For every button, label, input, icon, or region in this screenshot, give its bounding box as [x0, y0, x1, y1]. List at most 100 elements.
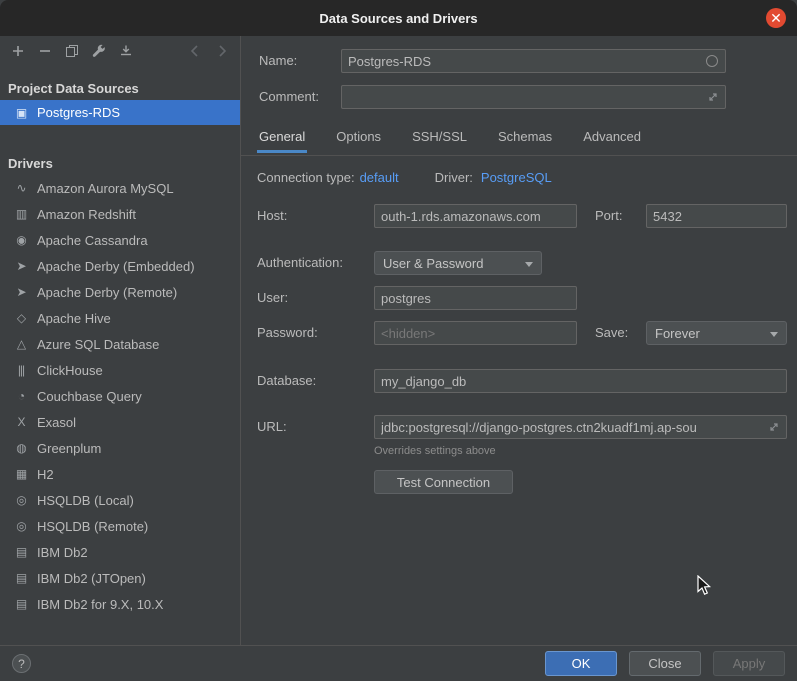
data-source-label: Postgres-RDS	[37, 105, 120, 120]
driver-list-item[interactable]: ◉ Apache Cassandra	[0, 227, 240, 253]
project-data-sources-header: Project Data Sources	[0, 76, 240, 100]
driver-label: IBM Db2 for 9.X, 10.X	[37, 597, 163, 612]
tabs-separator	[241, 155, 797, 156]
user-input[interactable]	[374, 286, 577, 310]
driver-label: Apache Hive	[37, 311, 111, 326]
import-icon[interactable]	[115, 40, 137, 62]
apply-button[interactable]: Apply	[713, 651, 785, 676]
save-dropdown[interactable]: Forever	[646, 321, 787, 345]
port-label: Port:	[595, 204, 622, 228]
ok-button[interactable]: OK	[545, 651, 617, 676]
chevron-down-icon	[770, 332, 778, 337]
form-tabs: General Options SSH/SSL Schemas Advanced	[257, 125, 643, 153]
title-bar[interactable]: Data Sources and Drivers ✕	[0, 0, 797, 36]
apache-cassandra-icon: ◉	[13, 233, 29, 247]
ibm-db2-9x-icon: ▤	[13, 597, 29, 611]
remove-icon[interactable]	[34, 40, 56, 62]
tab-ssh-ssl[interactable]: SSH/SSL	[410, 125, 469, 153]
tab-options[interactable]: Options	[334, 125, 383, 153]
name-label: Name:	[259, 49, 297, 73]
driver-list-item[interactable]: ▤ IBM Db2 (JTOpen)	[0, 565, 240, 591]
tab-schemas[interactable]: Schemas	[496, 125, 554, 153]
back-icon[interactable]	[184, 40, 206, 62]
add-icon[interactable]	[7, 40, 29, 62]
url-note: Overrides settings above	[374, 445, 496, 457]
database-label: Database:	[257, 369, 316, 393]
driver-list-item[interactable]: ▦ H2	[0, 461, 240, 487]
driver-list-item[interactable]: ◍ Greenplum	[0, 435, 240, 461]
driver-list-item[interactable]: ▤ IBM Db2 for 9.X, 10.X	[0, 591, 240, 617]
password-input[interactable]	[374, 321, 577, 345]
driver-label: HSQLDB (Local)	[37, 493, 134, 508]
driver-label: Apache Derby (Embedded)	[37, 259, 195, 274]
sidebar: Project Data Sources ▣ Postgres-RDS Driv…	[0, 36, 241, 645]
comment-input[interactable]	[341, 85, 726, 109]
amazon-aurora-mysql-icon: ∿	[13, 181, 29, 195]
driver-link[interactable]: PostgreSQL	[481, 170, 552, 185]
wrench-icon[interactable]	[88, 40, 110, 62]
data-sources-dialog: Data Sources and Drivers ✕	[0, 0, 797, 36]
sidebar-item-postgres-rds[interactable]: ▣ Postgres-RDS	[0, 100, 240, 125]
driver-list-item[interactable]: ◎ HSQLDB (Local)	[0, 487, 240, 513]
connection-type-link[interactable]: default	[360, 170, 399, 185]
driver-label: IBM Db2 (JTOpen)	[37, 571, 146, 586]
name-status-icon	[706, 55, 718, 67]
authentication-dropdown[interactable]: User & Password	[374, 251, 542, 275]
password-label: Password:	[257, 321, 318, 345]
drivers-header: Drivers	[0, 151, 240, 175]
mouse-cursor	[697, 575, 713, 600]
database-input[interactable]	[374, 369, 787, 393]
save-label: Save:	[595, 321, 628, 345]
apache-hive-icon: ◇	[13, 311, 29, 325]
exasol-icon: X	[13, 415, 29, 429]
driver-list-item[interactable]: △ Azure SQL Database	[0, 331, 240, 357]
host-label: Host:	[257, 204, 287, 228]
forward-icon[interactable]	[211, 40, 233, 62]
driver-list-item[interactable]: ▥ Amazon Redshift	[0, 201, 240, 227]
driver-label: Greenplum	[37, 441, 101, 456]
duplicate-icon[interactable]	[61, 40, 83, 62]
driver-label: IBM Db2	[37, 545, 88, 560]
name-input[interactable]	[341, 49, 726, 73]
close-button[interactable]: Close	[629, 651, 701, 676]
hsqldb-remote-icon: ◎	[13, 519, 29, 533]
help-icon[interactable]: ?	[12, 654, 31, 673]
window-close-icon[interactable]: ✕	[766, 8, 786, 28]
driver-list-item[interactable]: X Exasol	[0, 409, 240, 435]
data-source-form: Name: Comment: General Options SSH/SSL S…	[241, 36, 797, 645]
driver-label: HSQLDB (Remote)	[37, 519, 148, 534]
clickhouse-icon: |||	[13, 363, 29, 377]
tab-advanced[interactable]: Advanced	[581, 125, 643, 153]
ibm-db2-jtopen-icon: ▤	[13, 571, 29, 585]
chevron-down-icon	[525, 262, 533, 267]
sidebar-toolbar	[0, 36, 240, 66]
driver-list-item[interactable]: ◔ Couchbase Query	[0, 383, 240, 409]
driver-list-item[interactable]: ➤ Apache Derby (Embedded)	[0, 253, 240, 279]
driver-label: Couchbase Query	[37, 389, 142, 404]
ibm-db2-icon: ▤	[13, 545, 29, 559]
azure-sql-database-icon: △	[13, 337, 29, 351]
host-input[interactable]	[374, 204, 577, 228]
dialog-footer: ? OK Close Apply	[0, 645, 797, 681]
driver-list-item[interactable]: ➤ Apache Derby (Remote)	[0, 279, 240, 305]
driver-list-item[interactable]: ◎ HSQLDB (Remote)	[0, 513, 240, 539]
save-value: Forever	[655, 326, 700, 341]
driver-label: Exasol	[37, 415, 76, 430]
greenplum-icon: ◍	[13, 441, 29, 455]
postgresql-icon: ▣	[13, 106, 29, 120]
driver-list-item[interactable]: ◇ Apache Hive	[0, 305, 240, 331]
drivers-list: ∿ Amazon Aurora MySQL ▥ Amazon Redshift …	[0, 175, 240, 617]
couchbase-query-icon: ◔	[13, 389, 29, 403]
driver-list-item[interactable]: ▤ IBM Db2	[0, 539, 240, 565]
driver-list-item[interactable]: ∿ Amazon Aurora MySQL	[0, 175, 240, 201]
apache-derby-remote-icon: ➤	[13, 285, 29, 299]
url-input[interactable]	[374, 415, 787, 439]
driver-label: Amazon Aurora MySQL	[37, 181, 174, 196]
dialog-body: Project Data Sources ▣ Postgres-RDS Driv…	[0, 36, 797, 645]
driver-label: H2	[37, 467, 54, 482]
driver-label: ClickHouse	[37, 363, 103, 378]
tab-general[interactable]: General	[257, 125, 307, 153]
driver-list-item[interactable]: ||| ClickHouse	[0, 357, 240, 383]
test-connection-button[interactable]: Test Connection	[374, 470, 513, 494]
port-input[interactable]	[646, 204, 787, 228]
